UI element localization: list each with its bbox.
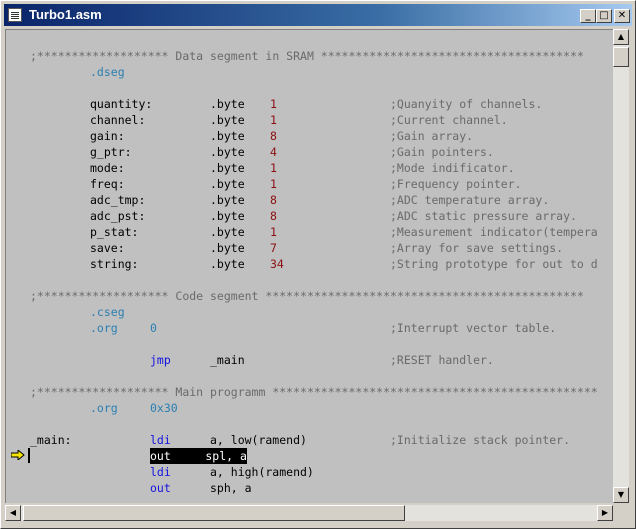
code-token: mode: bbox=[90, 161, 125, 175]
code-token: 1 bbox=[270, 225, 277, 239]
code-token: ;RESET handler. bbox=[390, 353, 494, 367]
code-token: ;Frequency pointer. bbox=[390, 177, 522, 191]
code-token: channel: bbox=[90, 113, 146, 127]
scroll-down-button[interactable]: ▼ bbox=[613, 487, 629, 503]
code-token: .byte bbox=[210, 193, 245, 207]
code-token: ;ADC static pressure array. bbox=[390, 209, 577, 223]
code-token: .byte bbox=[210, 145, 245, 159]
selected-code-text: out spl, a bbox=[150, 448, 247, 464]
minimize-button[interactable]: _ bbox=[580, 9, 596, 23]
code-token: adc_pst: bbox=[90, 209, 146, 223]
code-token: .byte bbox=[210, 129, 245, 143]
code-token: 34 bbox=[270, 257, 284, 271]
code-token: ;Gain array. bbox=[390, 129, 474, 143]
code-token: .byte bbox=[210, 241, 245, 255]
title-bar[interactable]: Turbo1.asm _ □ ✕ bbox=[4, 4, 632, 26]
code-token: .byte bbox=[210, 113, 245, 127]
code-token: .org bbox=[90, 321, 118, 335]
code-token: 8 bbox=[270, 129, 277, 143]
code-token: 8 bbox=[270, 209, 277, 223]
window-title: Turbo1.asm bbox=[29, 7, 102, 22]
horizontal-scroll-thumb[interactable] bbox=[23, 505, 405, 521]
code-token: ;Measurement indicator(tempera bbox=[390, 225, 598, 239]
code-token: ;Current channel. bbox=[390, 113, 508, 127]
code-token: ;String prototype for out to d bbox=[390, 257, 598, 271]
code-token: .byte bbox=[210, 225, 245, 239]
scroll-up-button[interactable]: ▲ bbox=[613, 29, 629, 45]
code-token: 0x30 bbox=[150, 401, 178, 415]
code-token: ;******************* Main programm *****… bbox=[30, 385, 598, 399]
execution-pointer-icon bbox=[11, 450, 25, 460]
code-token: ;******************* Data segment in SRA… bbox=[30, 49, 584, 63]
code-token: 1 bbox=[270, 113, 277, 127]
code-token: _main: bbox=[30, 433, 72, 447]
document-icon bbox=[8, 8, 22, 22]
code-token: ;Array for save settings. bbox=[390, 241, 564, 255]
vertical-scrollbar[interactable]: ▲ ▼ bbox=[613, 29, 629, 503]
code-token: ;******************* Code segment ******… bbox=[30, 289, 584, 303]
vertical-scroll-thumb[interactable] bbox=[613, 47, 629, 67]
code-token: 7 bbox=[270, 241, 277, 255]
code-token: .byte bbox=[210, 161, 245, 175]
code-token: ;Initialize stack pointer. bbox=[390, 433, 571, 447]
code-token: 8 bbox=[270, 193, 277, 207]
code-editor[interactable]: ;******************* Data segment in SRA… bbox=[5, 29, 613, 503]
code-token: 1 bbox=[270, 161, 277, 175]
code-token: sph, a bbox=[210, 481, 252, 495]
code-token: .byte bbox=[210, 257, 245, 271]
code-token: ;Mode indificator. bbox=[390, 161, 515, 175]
code-token: a, high(ramend) bbox=[210, 465, 314, 479]
code-token: p_stat: bbox=[90, 225, 139, 239]
code-token: freq: bbox=[90, 177, 125, 191]
editor-window: Turbo1.asm _ □ ✕ ;******************* Da… bbox=[0, 0, 636, 529]
code-token: .org bbox=[90, 401, 118, 415]
text-caret bbox=[28, 448, 30, 463]
code-token: .dseg bbox=[90, 65, 125, 79]
code-token: quantity: bbox=[90, 97, 153, 111]
code-token: gain: bbox=[90, 129, 125, 143]
code-token: ldi bbox=[150, 433, 171, 447]
code-token: out bbox=[150, 481, 171, 495]
code-token: a, low(ramend) bbox=[210, 433, 307, 447]
code-token: .byte bbox=[210, 97, 245, 111]
code-token: ;ADC temperature array. bbox=[390, 193, 550, 207]
code-token: 1 bbox=[270, 97, 277, 111]
code-token: _main bbox=[210, 353, 245, 367]
code-token: save: bbox=[90, 241, 125, 255]
size-grip[interactable] bbox=[613, 505, 629, 521]
scroll-right-button[interactable]: ▶ bbox=[597, 505, 613, 521]
code-token: ;Gain pointers. bbox=[390, 145, 494, 159]
code-token: ;Interrupt vector table. bbox=[390, 321, 557, 335]
code-token: 1 bbox=[270, 177, 277, 191]
code-token: .cseg bbox=[90, 305, 125, 319]
code-token: ldi bbox=[150, 465, 171, 479]
code-token: .byte bbox=[210, 177, 245, 191]
code-token: g_ptr: bbox=[90, 145, 132, 159]
scroll-left-button[interactable]: ◀ bbox=[5, 505, 21, 521]
code-token: jmp bbox=[150, 353, 171, 367]
code-token: adc_tmp: bbox=[90, 193, 146, 207]
code-token: 4 bbox=[270, 145, 277, 159]
close-button[interactable]: ✕ bbox=[614, 9, 630, 23]
code-token: 0 bbox=[150, 321, 157, 335]
code-token: .byte bbox=[210, 209, 245, 223]
horizontal-scrollbar[interactable]: ◀ ▶ bbox=[5, 505, 613, 521]
maximize-button[interactable]: □ bbox=[596, 9, 612, 23]
code-token: string: bbox=[90, 257, 139, 271]
code-token: ;Quanyity of channels. bbox=[390, 97, 543, 111]
